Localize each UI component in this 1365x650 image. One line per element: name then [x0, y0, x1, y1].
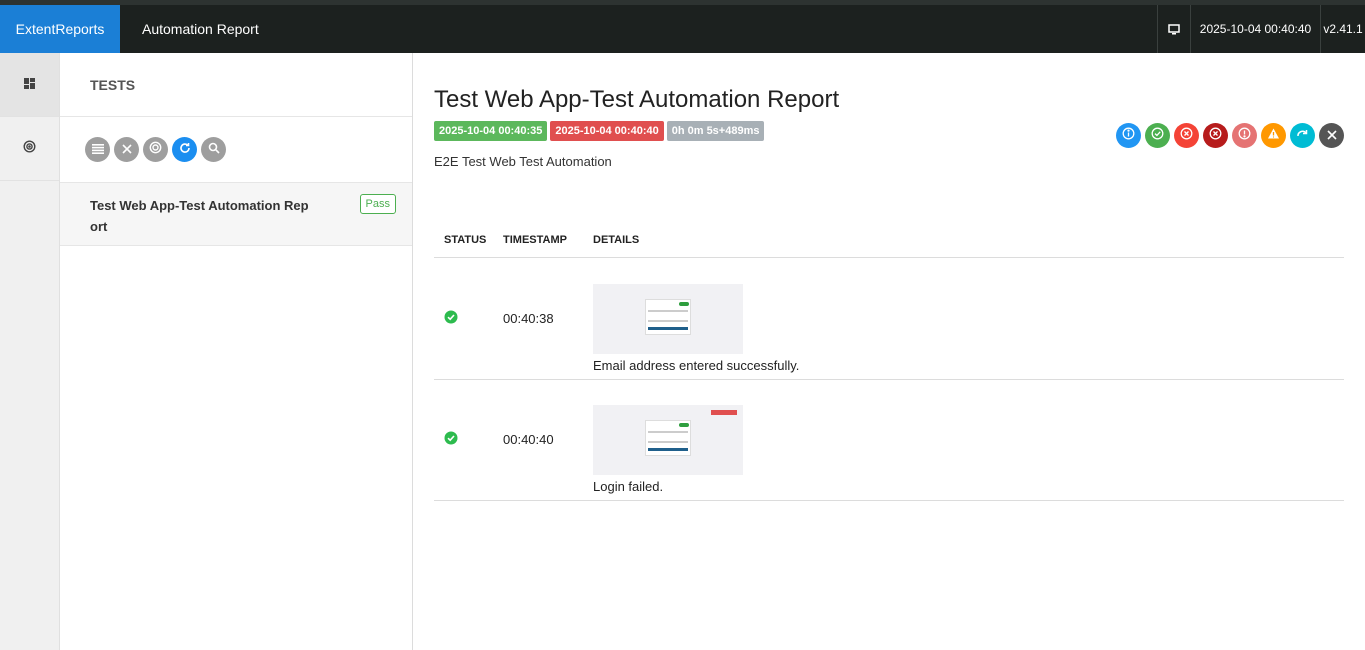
- test-item-name: Test Web App-Test Automation Report: [90, 198, 309, 234]
- start-time-badge: 2025-10-04 00:40:35: [434, 121, 548, 141]
- filter-clear-button[interactable]: [114, 137, 139, 162]
- status-filter-group: [1116, 123, 1344, 148]
- duration-badge: 0h 0m 5s+489ms: [666, 121, 765, 141]
- dashboard-icon: [24, 76, 35, 94]
- error-filter-button[interactable]: [1232, 123, 1257, 148]
- details-cell: Login failed.: [583, 379, 1344, 501]
- refresh-button[interactable]: [172, 137, 197, 162]
- skip-filter-button[interactable]: [1290, 123, 1315, 148]
- clear-filter-button[interactable]: [1319, 123, 1344, 148]
- check-circle-icon: [444, 431, 458, 448]
- close-icon: [121, 141, 132, 159]
- end-time-badge: 2025-10-04 00:40:40: [550, 121, 664, 141]
- test-list-heading: TESTS: [60, 53, 412, 117]
- preview-button: [648, 448, 688, 451]
- log-details-text: Email address entered successfully.: [593, 357, 800, 373]
- close-icon: [1326, 127, 1337, 145]
- top-bar: ExtentReports Automation Report 2025-10-…: [0, 0, 1365, 53]
- x-circle-icon: [1180, 127, 1193, 145]
- check-circle-icon: [1151, 127, 1164, 145]
- column-header-details: DETAILS: [583, 224, 1344, 258]
- login-form-preview: [645, 420, 691, 456]
- info-filter-button[interactable]: [1116, 123, 1141, 148]
- x-circle-icon: [1209, 127, 1222, 145]
- redo-icon: [1296, 127, 1309, 145]
- table-row: 00:40:38 Email address entered successfu…: [434, 257, 1344, 380]
- report-version: v2.41.1: [1320, 5, 1365, 53]
- table-row: 00:40:40 Login failed.: [434, 379, 1344, 501]
- test-detail: Test Web App-Test Automation Report 2025…: [413, 53, 1365, 650]
- test-list-item[interactable]: Test Web App-Test Automation Report Pass: [60, 183, 412, 246]
- report-datetime: 2025-10-04 00:40:40: [1190, 5, 1320, 53]
- brand-logo[interactable]: ExtentReports: [0, 5, 120, 53]
- pass-filter-button[interactable]: [1145, 123, 1170, 148]
- fail-filter-button[interactable]: [1174, 123, 1199, 148]
- topbar-right: 2025-10-04 00:40:40 v2.41.1: [1157, 5, 1365, 53]
- status-cell: [434, 379, 493, 501]
- info-icon: [1122, 127, 1135, 145]
- search-icon: [208, 141, 220, 159]
- warning-filter-button[interactable]: [1261, 123, 1286, 148]
- preview-field: [648, 309, 688, 312]
- column-header-timestamp: TIMESTAMP: [493, 224, 583, 258]
- column-header-status: STATUS: [434, 224, 493, 258]
- preview-pill: [679, 301, 689, 306]
- check-circle-icon: [444, 310, 458, 327]
- list-icon: [91, 141, 104, 159]
- preview-field: [648, 431, 688, 433]
- timestamp-cell: 00:40:38: [493, 257, 583, 380]
- target-icon: [149, 141, 162, 159]
- test-list-panel: TESTS Test Web App-Test Automation Repor…: [60, 53, 413, 650]
- nav-tests[interactable]: [0, 117, 59, 181]
- nav-dashboard[interactable]: [0, 53, 59, 117]
- warning-icon: [1267, 127, 1280, 145]
- refresh-icon: [179, 141, 191, 159]
- login-form-preview: [645, 298, 691, 335]
- screenshot-thumbnail[interactable]: [593, 405, 743, 475]
- test-filters: [60, 117, 412, 183]
- filter-list-button[interactable]: [85, 137, 110, 162]
- fatal-filter-button[interactable]: [1203, 123, 1228, 148]
- preview-button: [648, 326, 688, 330]
- status-cell: [434, 257, 493, 380]
- test-title: Test Web App-Test Automation Report: [434, 86, 840, 113]
- status-badge: Pass: [359, 194, 396, 214]
- log-details-text: Login failed.: [593, 479, 664, 494]
- screenshot-thumbnail[interactable]: [593, 283, 743, 354]
- preview-field: [648, 319, 688, 322]
- target-icon: [23, 139, 36, 158]
- preview-pill: [679, 423, 689, 427]
- timestamp-cell: 00:40:40: [493, 379, 583, 501]
- alert-circle-icon: [1238, 127, 1251, 145]
- preview-error-banner: [711, 410, 737, 415]
- search-button[interactable]: [201, 137, 226, 162]
- log-table: STATUS TIMESTAMP DETAILS 00:40:38 Email …: [434, 224, 1344, 501]
- report-title: Automation Report: [142, 21, 259, 37]
- test-description: E2E Test Web Test Automation: [434, 154, 612, 169]
- preview-field: [648, 441, 688, 443]
- filter-target-button[interactable]: [143, 137, 168, 162]
- details-cell: Email address entered successfully.: [583, 257, 1344, 380]
- side-nav: [0, 53, 60, 650]
- monitor-icon[interactable]: [1157, 5, 1190, 53]
